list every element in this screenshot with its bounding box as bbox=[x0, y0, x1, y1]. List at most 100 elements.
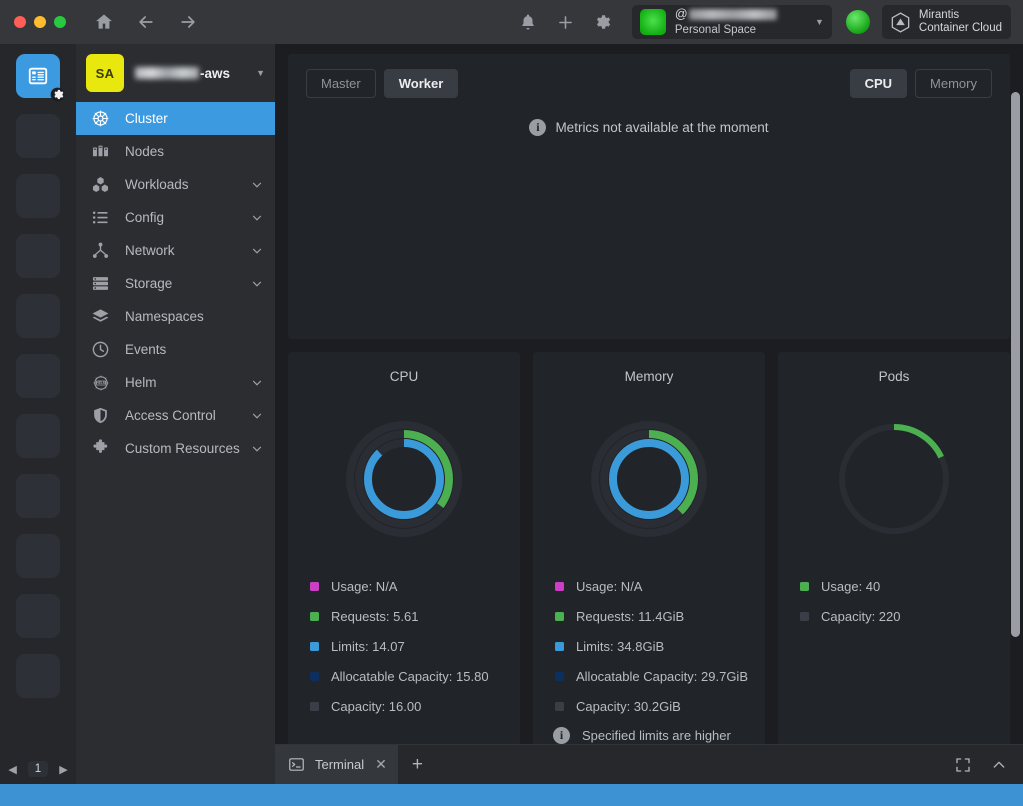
cluster-name-suffix: -aws bbox=[200, 65, 231, 81]
sidebar-item-helm[interactable]: HELM Helm bbox=[76, 366, 275, 399]
sidebar-item-namespaces[interactable]: Namespaces bbox=[76, 300, 275, 333]
tab-master[interactable]: Master bbox=[306, 69, 376, 98]
rail-placeholder-8[interactable] bbox=[16, 534, 60, 578]
pagination-page-number[interactable]: 1 bbox=[27, 761, 49, 777]
brand-text: Mirantis Container Cloud bbox=[919, 9, 1002, 35]
chevron-down-icon[interactable] bbox=[251, 377, 263, 389]
sidebar-item-label: Storage bbox=[125, 276, 173, 291]
sidebar-item-network[interactable]: Network bbox=[76, 234, 275, 267]
rail-placeholder-2[interactable] bbox=[16, 174, 60, 218]
brand-badge[interactable]: Mirantis Container Cloud bbox=[881, 5, 1011, 39]
sidebar-item-label: Namespaces bbox=[125, 309, 204, 324]
chevron-down-icon[interactable] bbox=[251, 245, 263, 257]
chevron-down-icon[interactable] bbox=[251, 410, 263, 422]
shield-icon bbox=[90, 405, 111, 426]
legend-label: Limits: 34.8GiB bbox=[576, 638, 665, 654]
legend-swatch-limits bbox=[555, 641, 564, 651]
legend-label: Allocatable Capacity: 15.80 bbox=[331, 668, 489, 684]
sidebar-item-label: Network bbox=[125, 243, 175, 258]
back-icon[interactable] bbox=[136, 12, 156, 32]
rail-placeholder-1[interactable] bbox=[16, 114, 60, 158]
close-icon[interactable]: ✕ bbox=[375, 756, 387, 773]
legend-row: Limits: 14.07 bbox=[310, 631, 520, 661]
workspace-text: @ Personal Space bbox=[675, 8, 811, 37]
workspace-logo-icon bbox=[639, 9, 666, 35]
main-scrollbar-track[interactable] bbox=[1010, 92, 1021, 792]
close-window-button[interactable] bbox=[14, 16, 26, 28]
tab-cpu[interactable]: CPU bbox=[849, 69, 908, 98]
rail-item-clusters[interactable] bbox=[16, 54, 65, 102]
legend-row: Usage: 40 bbox=[800, 571, 1010, 601]
chevron-down-icon[interactable]: ▼ bbox=[815, 17, 824, 27]
sidebar-item-config[interactable]: Config bbox=[76, 201, 275, 234]
sidebar-item-nodes[interactable]: Nodes bbox=[76, 135, 275, 168]
rail-placeholder-6[interactable] bbox=[16, 414, 60, 458]
rail-placeholder-3[interactable] bbox=[16, 234, 60, 278]
svg-text:HELM: HELM bbox=[96, 381, 106, 385]
pagination-prev-icon[interactable]: ◀ bbox=[8, 763, 16, 776]
gear-icon[interactable] bbox=[593, 13, 612, 32]
chevron-up-icon[interactable] bbox=[991, 757, 1007, 773]
legend-label: Capacity: 16.00 bbox=[331, 698, 422, 714]
rail-placeholder-7[interactable] bbox=[16, 474, 60, 518]
forward-icon[interactable] bbox=[178, 12, 198, 32]
workspace-user-line: @ bbox=[675, 8, 811, 22]
sidebar-item-workloads[interactable]: Workloads bbox=[76, 168, 275, 201]
app-window: @ Personal Space ▼ Mirantis Container Cl… bbox=[0, 0, 1023, 806]
sidebar-item-events[interactable]: Events bbox=[76, 333, 275, 366]
memory-donut-chart bbox=[591, 420, 707, 537]
info-icon: i bbox=[553, 727, 570, 744]
chevron-down-icon[interactable] bbox=[251, 443, 263, 455]
terminal-controls bbox=[955, 757, 1023, 773]
legend-swatch-limits bbox=[310, 641, 319, 651]
terminal-tab-label: Terminal bbox=[315, 757, 365, 772]
workspace-selector[interactable]: @ Personal Space ▼ bbox=[631, 5, 832, 39]
sidebar-item-label: Workloads bbox=[125, 177, 189, 192]
cpu-donut bbox=[288, 386, 520, 571]
legend-label: Requests: 11.4GiB bbox=[576, 608, 685, 624]
gear-icon[interactable] bbox=[50, 87, 65, 102]
chevron-down-icon[interactable] bbox=[251, 212, 263, 224]
sidebar-item-cluster[interactable]: Cluster bbox=[76, 102, 275, 135]
chevron-down-icon[interactable] bbox=[251, 278, 263, 290]
main-scrollbar-thumb[interactable] bbox=[1011, 92, 1020, 637]
legend-row: Capacity: 16.00 bbox=[310, 691, 520, 721]
minimize-window-button[interactable] bbox=[34, 16, 46, 28]
tab-worker[interactable]: Worker bbox=[383, 69, 459, 98]
legend-label: Usage: 40 bbox=[821, 578, 881, 594]
sidebar-item-label: Custom Resources bbox=[125, 441, 240, 456]
rail-placeholder-10[interactable] bbox=[16, 654, 60, 698]
legend-swatch-allocatable bbox=[555, 671, 564, 681]
pods-donut bbox=[778, 386, 1010, 571]
add-terminal-button[interactable]: + bbox=[412, 755, 423, 774]
storage-icon bbox=[90, 273, 111, 294]
config-list-icon bbox=[90, 207, 111, 228]
sidebar-item-custom-resources[interactable]: Custom Resources bbox=[76, 432, 275, 465]
tab-memory[interactable]: Memory bbox=[915, 69, 992, 98]
fullscreen-icon[interactable] bbox=[955, 757, 971, 773]
home-icon[interactable] bbox=[94, 12, 114, 32]
legend-row: Requests: 5.61 bbox=[310, 601, 520, 631]
list-icon bbox=[27, 65, 49, 87]
memory-card-title: Memory bbox=[624, 369, 674, 384]
chevron-down-icon[interactable]: ▼ bbox=[256, 68, 265, 78]
rail-placeholder-5[interactable] bbox=[16, 354, 60, 398]
pagination-next-icon[interactable]: ▶ bbox=[59, 763, 67, 776]
cluster-selector[interactable]: SA -aws ▼ bbox=[76, 44, 275, 102]
sidebar: SA -aws ▼ Cluster Nodes Workloads Config… bbox=[76, 44, 275, 784]
maximize-window-button[interactable] bbox=[54, 16, 66, 28]
memory-legend: Usage: N/A Requests: 11.4GiB Limits: 34.… bbox=[533, 571, 765, 721]
resource-cards: CPU Usage: N/A Requests: 5.61 Limits: 14… bbox=[288, 352, 1010, 760]
legend-swatch-usage bbox=[800, 581, 809, 591]
bell-icon[interactable] bbox=[519, 13, 538, 32]
title-bar-icon-group bbox=[519, 13, 612, 32]
sidebar-item-access-control[interactable]: Access Control bbox=[76, 399, 275, 432]
plus-icon[interactable] bbox=[556, 13, 575, 32]
terminal-tab[interactable]: Terminal ✕ bbox=[275, 744, 398, 785]
sidebar-item-storage[interactable]: Storage bbox=[76, 267, 275, 300]
rail-placeholder-4[interactable] bbox=[16, 294, 60, 338]
rail-placeholder-9[interactable] bbox=[16, 594, 60, 638]
title-bar-right: @ Personal Space ▼ Mirantis Container Cl… bbox=[519, 0, 1023, 44]
sidebar-item-label: Cluster bbox=[125, 111, 168, 126]
chevron-down-icon[interactable] bbox=[251, 179, 263, 191]
